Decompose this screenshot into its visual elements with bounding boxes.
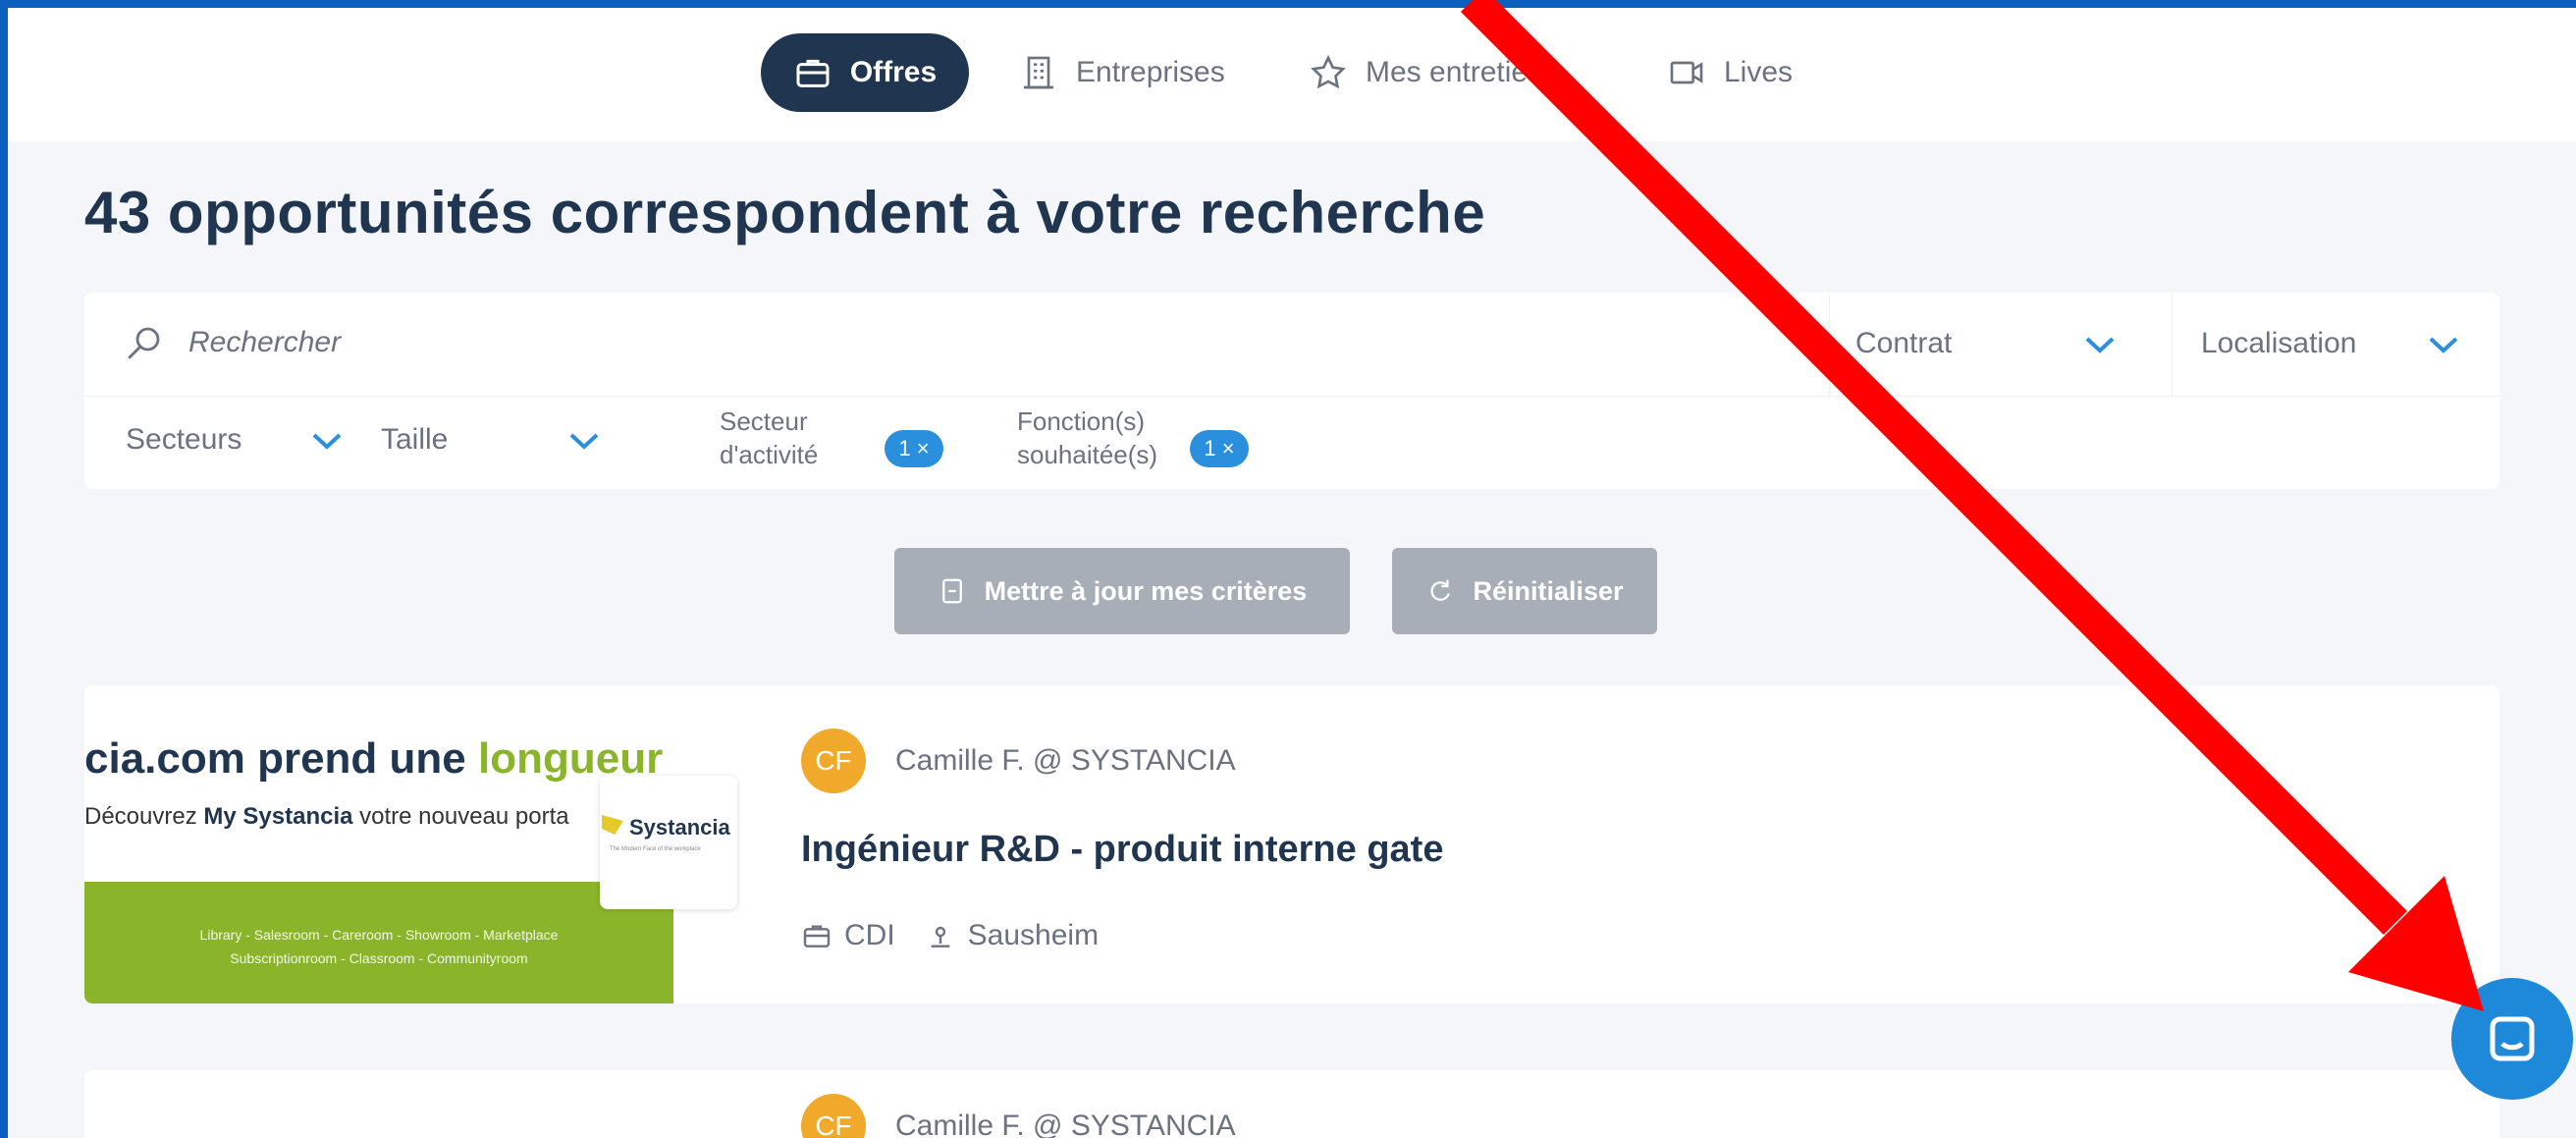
banner-line-1: Library - Salesroom - Careroom - Showroo… (199, 927, 559, 943)
fonction-filter[interactable]: Fonction(s) souhaitée(s) (1017, 405, 1157, 471)
fonction-count-badge[interactable]: 1 × (1190, 430, 1249, 467)
chat-icon (2490, 1016, 2535, 1061)
tab-offres-label: Offres (849, 56, 938, 88)
localisation-label: Localisation (2201, 327, 2357, 359)
fonction-label-1: Fonction(s) (1017, 406, 1146, 436)
avatar: CF (801, 729, 866, 793)
tab-offres[interactable]: Offres (761, 33, 969, 112)
job-card[interactable]: cia.com prend une longueur d'avan Découv… (84, 685, 2499, 1003)
secteur-activite-count-badge[interactable]: 1 × (885, 430, 943, 467)
avatar: CF (801, 1094, 866, 1138)
taille-dropdown[interactable]: Taille (381, 418, 617, 461)
secteurs-dropdown[interactable]: Secteurs (126, 418, 361, 461)
logo-leaf-icon (602, 815, 623, 835)
secteur-activite-filter[interactable]: Secteur d'activité (720, 405, 818, 471)
tab-entreprises-label: Entreprises (1076, 56, 1225, 88)
recruiter-name[interactable]: Camille F. @ SYSTANCIA (895, 744, 1236, 778)
refresh-icon (1430, 579, 1451, 601)
building-icon (1024, 56, 1053, 89)
chevron-down-icon (2085, 337, 2115, 353)
contract-type: CDI (844, 919, 895, 951)
secteurs-label: Secteurs (126, 423, 242, 456)
tab-mes-entretiens[interactable]: Mes entretie (1309, 33, 1528, 112)
star-icon (1311, 54, 1346, 89)
banner-subtitle: Découvrez My Systancia votre nouveau por… (84, 803, 569, 830)
filters-panel: Rechercher Contrat Localisation Secteurs… (84, 293, 2499, 489)
secteur-activite-label-2: d'activité (720, 440, 819, 469)
divider (1829, 293, 1830, 396)
taille-label: Taille (381, 423, 449, 456)
banner-band: Library - Salesroom - Careroom - Showroo… (84, 882, 673, 1003)
company-banner: cia.com prend une longueur d'avan Découv… (84, 685, 673, 1003)
briefcase-icon (796, 59, 830, 87)
company-logo: Systancia The Modern Face of the workpla… (600, 776, 737, 909)
top-nav: Offres Entreprises Mes entretie Lives (8, 8, 2576, 141)
chevron-down-icon (2429, 337, 2458, 353)
search-icon (128, 327, 160, 359)
update-criteria-label: Mettre à jour mes critères (984, 575, 1308, 606)
chevron-down-icon (569, 433, 599, 450)
logo-text: Systancia (629, 815, 730, 840)
page-title: 43 opportunités correspondent à votre re… (84, 180, 1486, 245)
logo-tagline: The Modern Face of the workplace (610, 846, 701, 852)
tab-lives[interactable]: Lives (1667, 33, 1793, 112)
search-placeholder: Rechercher (188, 326, 342, 358)
tab-lives-label: Lives (1724, 56, 1794, 88)
document-icon (941, 578, 962, 604)
app-window: Offres Entreprises Mes entretie Lives 43… (8, 8, 2576, 1138)
location-pin-icon (931, 926, 950, 948)
job-meta: CDI Sausheim (801, 919, 1099, 952)
job-title[interactable]: Ingénieur R&D - produit interne gate (801, 829, 1443, 871)
job-location: Sausheim (967, 919, 1100, 951)
chat-button[interactable] (2451, 978, 2573, 1100)
divider (2172, 293, 2173, 396)
tab-mes-entretiens-label: Mes entretie (1366, 56, 1529, 88)
contrat-label: Contrat (1855, 327, 1953, 359)
reset-button[interactable]: Réinitialiser (1392, 548, 1657, 634)
chevron-down-icon (312, 433, 342, 450)
job-card[interactable]: CF Camille F. @ SYSTANCIA (84, 1070, 2499, 1138)
banner-line-2: Subscriptionroom - Classroom - Community… (230, 950, 528, 966)
contrat-dropdown[interactable]: Contrat (1855, 322, 2150, 365)
reset-label: Réinitialiser (1473, 575, 1624, 606)
search-input[interactable]: Rechercher (124, 322, 341, 363)
banner-title: cia.com prend une longueur d'avan (84, 734, 673, 783)
divider (84, 396, 2499, 397)
tab-entreprises[interactable]: Entreprises (1019, 33, 1225, 112)
localisation-dropdown[interactable]: Localisation (2201, 322, 2486, 365)
video-icon (1670, 61, 1703, 84)
secteur-activite-label-1: Secteur (720, 406, 808, 436)
fonction-label-2: souhaitée(s) (1017, 440, 1158, 469)
briefcase-icon (803, 925, 831, 948)
update-criteria-button[interactable]: Mettre à jour mes critères (894, 548, 1350, 634)
recruiter-name[interactable]: Camille F. @ SYSTANCIA (895, 1110, 1236, 1138)
